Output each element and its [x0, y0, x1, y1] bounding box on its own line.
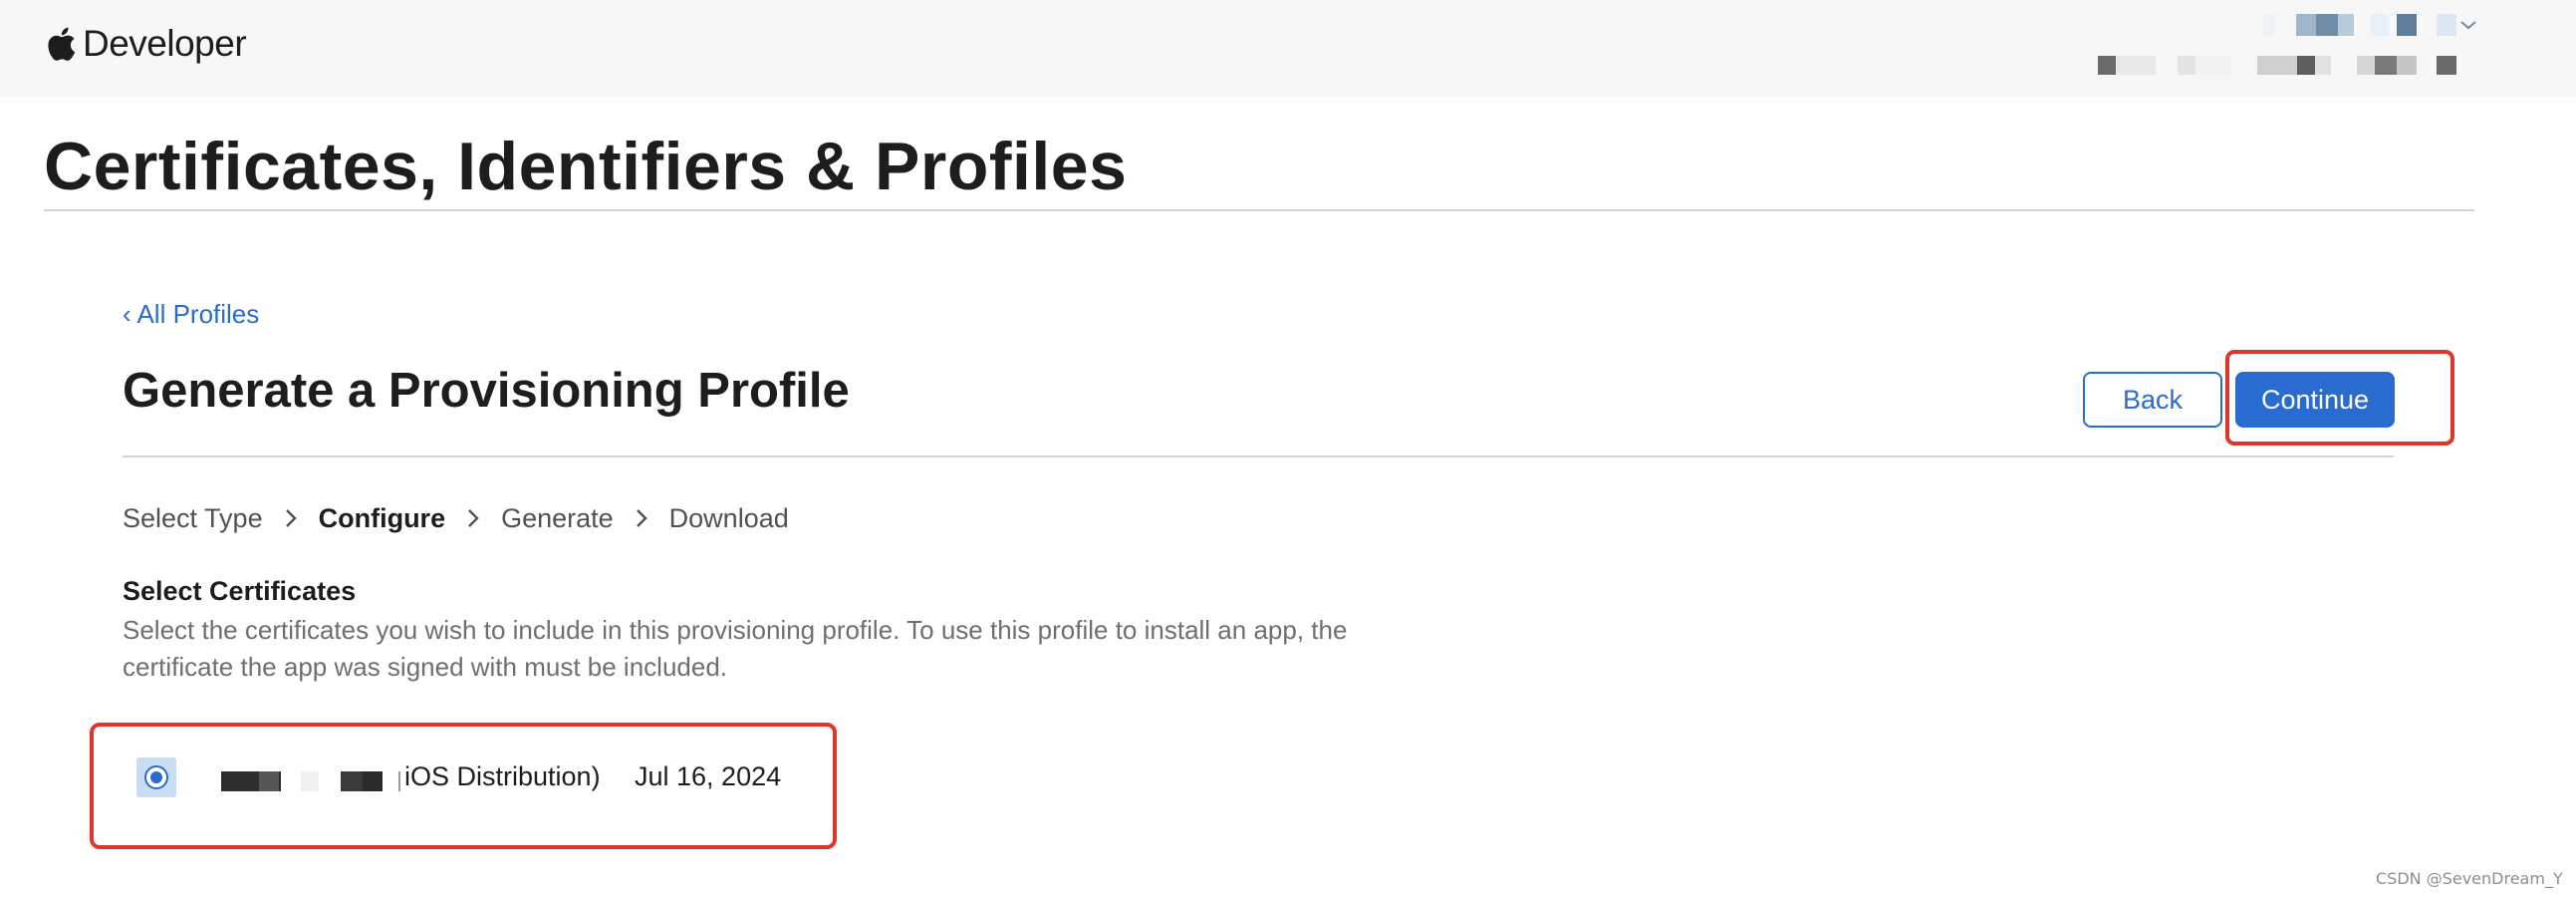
- brand-label: Developer: [83, 23, 247, 64]
- redacted-pixel: [2357, 56, 2375, 75]
- global-header: Developer: [0, 0, 2576, 97]
- section-title: Generate a Provisioning Profile: [123, 364, 850, 418]
- redacted-pixel: [2315, 56, 2331, 75]
- continue-highlight-box: [2225, 350, 2454, 446]
- chevron-right-icon: [453, 508, 493, 528]
- chevron-right-icon: [271, 508, 311, 528]
- chevron-down-icon[interactable]: [2458, 18, 2478, 32]
- redacted-pixel: [2116, 56, 2156, 75]
- redacted-pixel: [2263, 14, 2275, 36]
- step-generate: Generate: [501, 502, 614, 533]
- watermark: CSDN @SevenDream_Y: [2376, 869, 2563, 888]
- apple-logo-icon: [48, 27, 76, 61]
- redacted-pixel: [2371, 14, 2389, 36]
- select-certificates-heading: Select Certificates: [123, 576, 357, 606]
- redacted-pixel: [2098, 56, 2116, 75]
- redacted-pixel: [2397, 56, 2417, 75]
- step-configure: Configure: [318, 502, 446, 533]
- redacted-pixel: [2316, 14, 2338, 36]
- redacted-pixel: [2195, 56, 2231, 75]
- step-download: Download: [668, 502, 789, 533]
- redacted-pixel: [2397, 14, 2417, 36]
- page-title: Certificates, Identifiers & Profiles: [44, 129, 1128, 204]
- redacted-pixel: [2375, 56, 2397, 75]
- step-select-type: Select Type: [123, 502, 263, 533]
- developer-brand[interactable]: Developer: [44, 18, 247, 70]
- certificate-highlight-box: [90, 723, 837, 849]
- redacted-pixel: [2257, 56, 2297, 75]
- section-divider: [123, 455, 2394, 457]
- all-profiles-link[interactable]: ‹ All Profiles: [123, 299, 259, 330]
- chevron-right-icon: [622, 508, 661, 528]
- redacted-pixel: [2338, 14, 2354, 36]
- redacted-pixel: [2437, 14, 2456, 36]
- back-button[interactable]: Back: [2083, 372, 2222, 428]
- step-indicator: Select Type Configure Generate Download: [123, 498, 789, 538]
- select-certificates-description: Select the certificates you wish to incl…: [123, 615, 1348, 682]
- redacted-pixel: [2296, 14, 2316, 36]
- redacted-pixel: [2437, 56, 2456, 75]
- redacted-pixel: [2297, 56, 2315, 75]
- title-divider: [44, 209, 2474, 211]
- redacted-pixel: [2178, 56, 2195, 75]
